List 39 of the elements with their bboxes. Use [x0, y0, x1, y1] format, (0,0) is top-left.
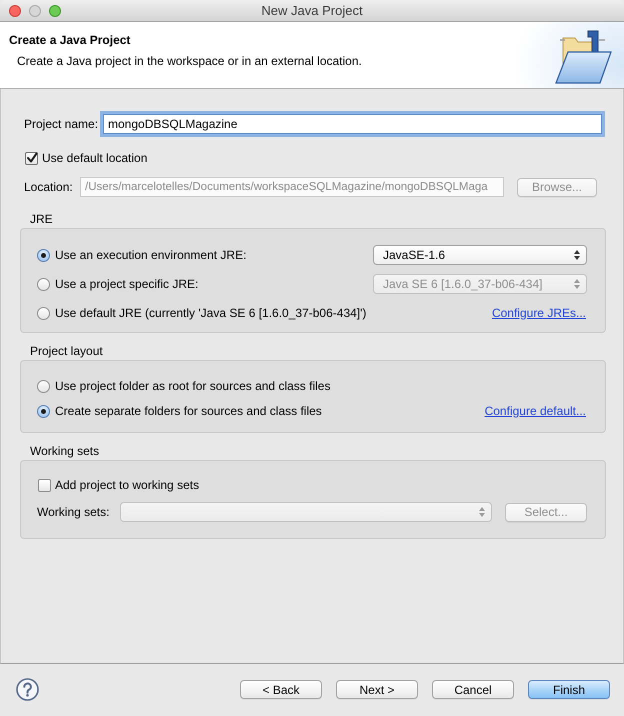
- dialog-button[interactable]: Next >: [336, 680, 418, 699]
- dialog-button[interactable]: Cancel: [432, 680, 514, 699]
- checkbox[interactable]: [38, 478, 51, 492]
- radio-label: Use a project specific JRE:: [55, 276, 198, 292]
- group-title: Project layout: [30, 344, 103, 358]
- radio-label: Use an execution environment JRE:: [55, 248, 246, 262]
- radio-button[interactable]: [37, 404, 50, 418]
- radio-button[interactable]: [37, 278, 50, 290]
- radio-button[interactable]: [37, 380, 50, 392]
- radio-label: Use project folder as root for sources and class files: [55, 378, 330, 394]
- configure-link[interactable]: Configure JREs...: [492, 306, 586, 320]
- minimize-icon[interactable]: [29, 5, 41, 17]
- checkbox-label: Add project to working sets: [55, 478, 200, 492]
- window-title: New Java Project: [261, 2, 363, 18]
- group-title: Working sets: [30, 444, 100, 458]
- dialog-button[interactable]: < Back: [240, 680, 322, 699]
- radio-button[interactable]: [37, 248, 50, 262]
- page-title: Create a Java Project: [9, 33, 130, 48]
- up-down-arrows-icon: [574, 279, 580, 289]
- checkbox-label: Use default location: [42, 150, 148, 166]
- dialog-button[interactable]: Finish: [528, 680, 610, 699]
- group-title: JRE: [30, 212, 53, 226]
- folder-icon: [554, 30, 612, 84]
- field-label: Working sets:: [37, 504, 110, 518]
- project-name-field[interactable]: mongoDBSQLMagazine: [103, 114, 602, 134]
- radio-button[interactable]: [37, 306, 50, 320]
- zoom-icon[interactable]: [49, 5, 61, 17]
- checkbox[interactable]: [25, 152, 38, 164]
- page-description: Create a Java project in the workspace or in an external location.: [17, 54, 362, 69]
- help-icon[interactable]: [16, 678, 39, 701]
- up-down-arrows-icon: [574, 250, 580, 260]
- jre-dropdown[interactable]: JavaSE-1.6: [373, 245, 587, 265]
- configure-link[interactable]: Configure default...: [484, 404, 586, 418]
- close-icon[interactable]: [9, 5, 21, 17]
- radio-label: Use default JRE (currently 'Java SE 6 [1.6.0_37-b06-434]'): [55, 306, 366, 320]
- up-down-arrows-icon: [479, 507, 485, 517]
- radio-label: Create separate folders for sources and class files: [55, 404, 322, 418]
- field-label: Project name:: [24, 116, 98, 130]
- field-label: Location:: [24, 180, 73, 194]
